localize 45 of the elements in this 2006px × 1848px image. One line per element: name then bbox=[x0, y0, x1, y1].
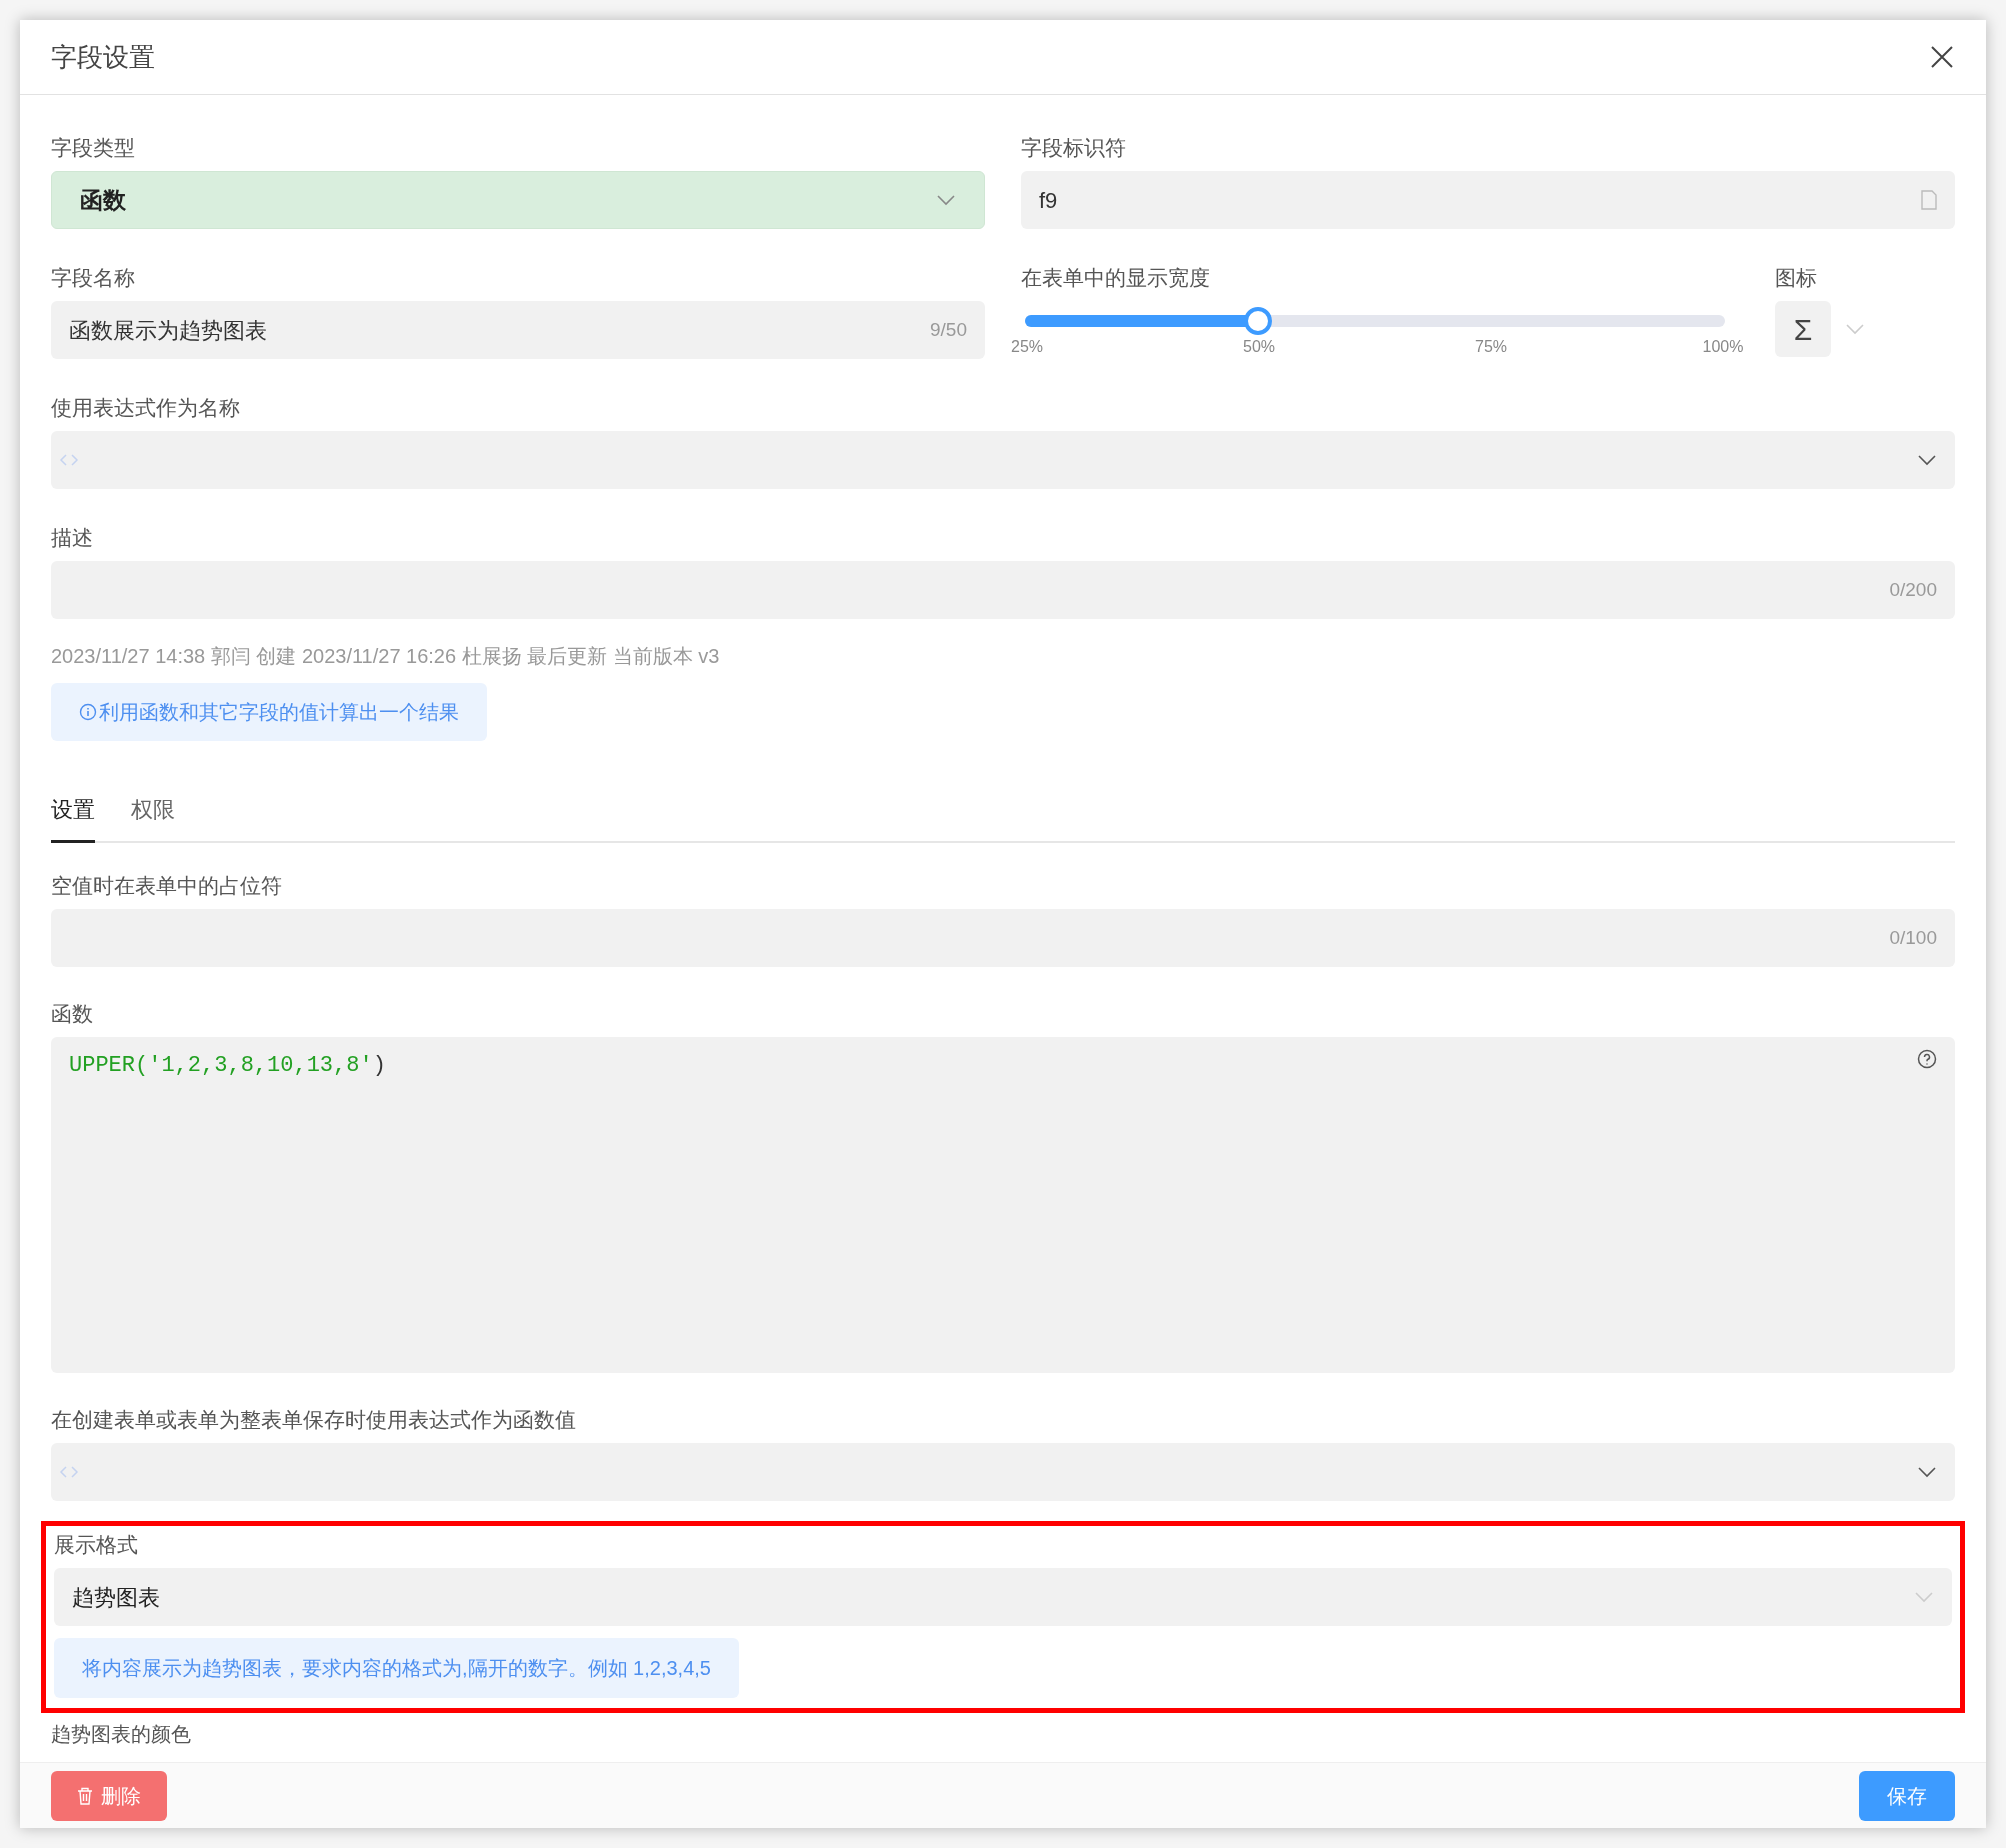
field-label: 字段类型 bbox=[51, 135, 136, 161]
field-type-select[interactable]: 函数 bbox=[51, 171, 985, 229]
info-icon bbox=[79, 703, 97, 721]
char-counter: 0/100 bbox=[1889, 925, 1937, 950]
field-label: 在创建表单或表单为整表单保存时使用表达式作为函数值 bbox=[51, 1407, 577, 1433]
tick-label: 50% bbox=[1242, 337, 1276, 357]
code-icon bbox=[59, 453, 79, 467]
field-label: 空值时在表单中的占位符 bbox=[51, 873, 283, 899]
char-counter: 9/50 bbox=[930, 317, 967, 342]
field-label: 字段名称 bbox=[51, 265, 136, 291]
code-line: UPPER('1,2,3,8,10,13,8') bbox=[69, 1052, 386, 1080]
chevron-down-icon bbox=[1917, 1466, 1937, 1478]
field-label: 展示格式 bbox=[54, 1532, 139, 1558]
tab[interactable]: 权限 bbox=[131, 793, 175, 843]
tick-label: 75% bbox=[1474, 337, 1508, 357]
format-hint: 将内容展示为趋势图表，要求内容的格式为,隔开的数字。例如 1,2,3,4,5 bbox=[54, 1638, 739, 1698]
chevron-down-icon bbox=[1845, 323, 1865, 335]
dialog-title: 字段设置 bbox=[51, 40, 155, 74]
field-label: 描述 bbox=[51, 525, 94, 551]
format-select[interactable]: 趋势图表 bbox=[54, 1568, 1952, 1626]
info-text: 利用函数和其它字段的值计算出一个结果 bbox=[99, 700, 459, 725]
field-label: 趋势图表的颜色 bbox=[51, 1722, 192, 1747]
field-label: 使用表达式作为名称 bbox=[51, 395, 241, 421]
chevron-down-icon bbox=[1917, 454, 1937, 466]
code-icon bbox=[59, 1465, 79, 1479]
meta-text: 2023/11/27 14:38 郭闫 创建 2023/11/27 16:26 杜展扬 最后更新 当前版本 v3 bbox=[51, 644, 721, 669]
icon-picker[interactable]: Σ bbox=[1775, 301, 1831, 357]
field-label: 函数 bbox=[51, 1001, 94, 1027]
tick-label: 100% bbox=[1701, 337, 1745, 357]
field-id-input[interactable]: f9 bbox=[1021, 171, 1955, 229]
tick-label: 25% bbox=[1010, 337, 1044, 357]
document-icon bbox=[1921, 190, 1937, 210]
chevron-down-icon bbox=[1914, 1591, 1934, 1603]
help-icon[interactable] bbox=[1917, 1049, 1937, 1069]
trash-icon bbox=[77, 1786, 93, 1805]
tab[interactable]: 设置 bbox=[51, 793, 95, 843]
chevron-down-icon bbox=[936, 194, 956, 206]
field-name-input[interactable]: 函数展示为趋势图表 9/50 bbox=[51, 301, 985, 359]
code-editor[interactable]: UPPER('1,2,3,8,10,13,8') bbox=[51, 1037, 1955, 1373]
slider-handle[interactable] bbox=[1244, 307, 1273, 335]
close-icon[interactable] bbox=[1929, 44, 1955, 70]
field-label: 在表单中的显示宽度 bbox=[1021, 265, 1211, 291]
field-label: 字段标识符 bbox=[1021, 135, 1127, 161]
field-label: 图标 bbox=[1775, 265, 1818, 291]
char-counter: 0/200 bbox=[1889, 577, 1937, 602]
